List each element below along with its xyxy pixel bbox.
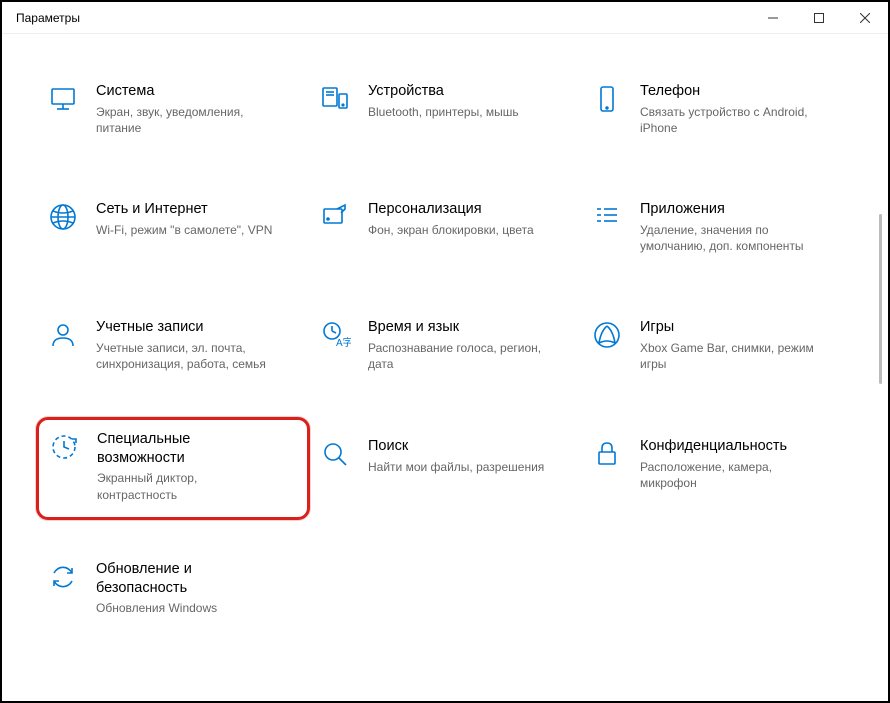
content-area: Система Экран, звук, уведомления, питани… xyxy=(2,34,888,701)
tile-title: Обновление и безопасность xyxy=(96,560,276,598)
tile-desc: Распознавание голоса, регион, дата xyxy=(368,340,548,372)
tile-time-language[interactable]: A字 Время и язык Распознавание голоса, ре… xyxy=(314,310,576,380)
tile-desc: Расположение, камера, микрофон xyxy=(640,459,820,491)
tile-title: Время и язык xyxy=(368,318,548,337)
tile-title: Сеть и Интернет xyxy=(96,200,272,219)
tile-desc: Экран, звук, уведомления, питание xyxy=(96,104,276,136)
tile-desc: Фон, экран блокировки, цвета xyxy=(368,222,534,238)
tile-title: Персонализация xyxy=(368,200,534,219)
tile-accounts[interactable]: Учетные записи Учетные записи, эл. почта… xyxy=(42,310,304,380)
tile-desc: Xbox Game Bar, снимки, режим игры xyxy=(640,340,820,372)
settings-grid: Система Экран, звук, уведомления, питани… xyxy=(42,74,848,625)
tile-title: Устройства xyxy=(368,82,519,101)
tile-desc: Удаление, значения по умолчанию, доп. ко… xyxy=(640,222,820,254)
gaming-icon xyxy=(590,318,624,352)
minimize-button[interactable] xyxy=(750,2,796,34)
apps-icon xyxy=(590,200,624,234)
tile-devices[interactable]: Устройства Bluetooth, принтеры, мышь xyxy=(314,74,576,144)
paint-icon xyxy=(318,200,352,234)
tile-network[interactable]: Сеть и Интернет Wi-Fi, режим "в самолете… xyxy=(42,192,304,262)
maximize-button[interactable] xyxy=(796,2,842,34)
tile-desc: Bluetooth, принтеры, мышь xyxy=(368,104,519,120)
titlebar: Параметры xyxy=(2,2,888,34)
tile-ease-of-access[interactable]: Специальные возможности Экранный диктор,… xyxy=(36,417,310,520)
tile-title: Телефон xyxy=(640,82,820,101)
tile-system[interactable]: Система Экран, звук, уведомления, питани… xyxy=(42,74,304,144)
tile-title: Приложения xyxy=(640,200,820,219)
clock-globe-icon: A字 xyxy=(318,318,352,352)
devices-icon xyxy=(318,82,352,116)
tile-apps[interactable]: Приложения Удаление, значения по умолчан… xyxy=(586,192,848,262)
tile-title: Конфиденциальность xyxy=(640,437,820,456)
tile-title: Учетные записи xyxy=(96,318,276,337)
tile-update-security[interactable]: Обновление и безопасность Обновления Win… xyxy=(42,552,304,625)
system-icon xyxy=(46,82,80,116)
search-icon xyxy=(318,437,352,471)
person-icon xyxy=(46,318,80,352)
tile-desc: Связать устройство с Android, iPhone xyxy=(640,104,820,136)
tile-title: Специальные возможности xyxy=(97,430,277,468)
tile-desc: Обновления Windows xyxy=(96,600,276,616)
tile-personalization[interactable]: Персонализация Фон, экран блокировки, цв… xyxy=(314,192,576,262)
lock-icon xyxy=(590,437,624,471)
tile-gaming[interactable]: Игры Xbox Game Bar, снимки, режим игры xyxy=(586,310,848,380)
ease-of-access-icon xyxy=(47,430,81,464)
window-title: Параметры xyxy=(16,11,80,25)
tile-desc: Найти мои файлы, разрешения xyxy=(368,459,544,475)
svg-text:A字: A字 xyxy=(336,336,351,349)
sync-icon xyxy=(46,560,80,594)
close-button[interactable] xyxy=(842,2,888,34)
tile-title: Система xyxy=(96,82,276,101)
globe-icon xyxy=(46,200,80,234)
tile-title: Игры xyxy=(640,318,820,337)
scrollbar[interactable] xyxy=(879,214,882,384)
tile-privacy[interactable]: Конфиденциальность Расположение, камера,… xyxy=(586,429,848,504)
phone-icon xyxy=(590,82,624,116)
tile-desc: Учетные записи, эл. почта, синхронизация… xyxy=(96,340,276,372)
tile-desc: Wi-Fi, режим "в самолете", VPN xyxy=(96,222,272,238)
tile-title: Поиск xyxy=(368,437,544,456)
tile-desc: Экранный диктор, контрастность xyxy=(97,470,277,502)
tile-search[interactable]: Поиск Найти мои файлы, разрешения xyxy=(314,429,576,504)
tile-phone[interactable]: Телефон Связать устройство с Android, iP… xyxy=(586,74,848,144)
window-controls xyxy=(750,2,888,33)
